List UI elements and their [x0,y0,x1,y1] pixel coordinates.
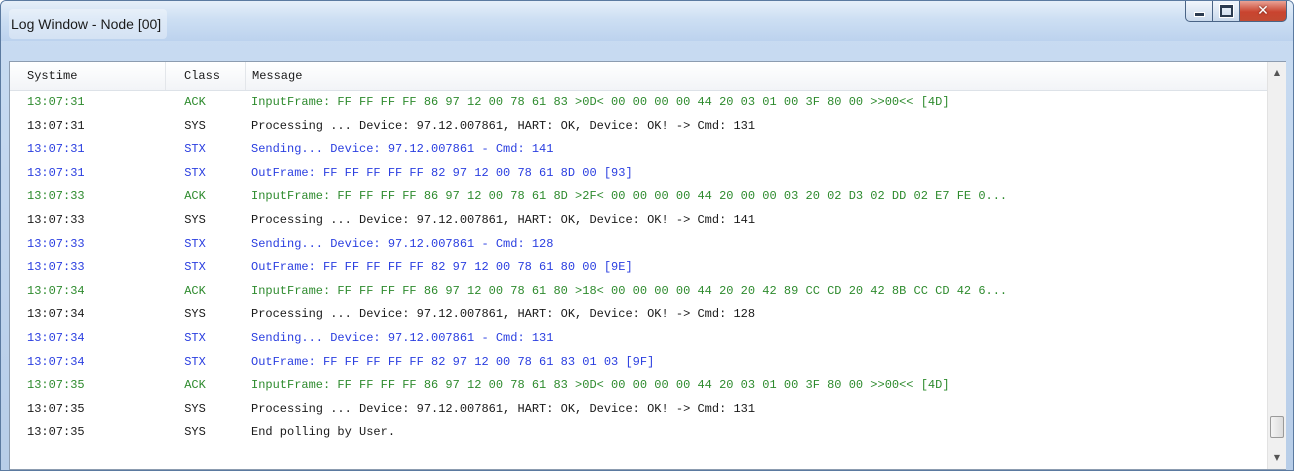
log-class: STX [184,142,206,157]
log-message: InputFrame: FF FF FF FF 86 97 12 00 78 6… [251,378,950,393]
log-message: Processing ... Device: 97.12.007861, HAR… [251,307,756,322]
log-class: SYS [184,307,206,322]
log-row[interactable]: 13:07:35 ACK InputFrame: FF FF FF FF 86 97… [10,374,1267,398]
log-class: STX [184,165,206,180]
scrollbar-thumb[interactable] [1270,416,1284,438]
log-row[interactable]: 13:07:33 ACK InputFrame: FF FF FF FF 86 97… [10,185,1267,209]
log-row[interactable]: 13:07:33 SYS Processing ... Device: 97.12.… [10,209,1267,233]
log-systime: 13:07:35 [27,425,85,440]
log-systime: 13:07:33 [27,260,85,275]
log-message: OutFrame: FF FF FF FF FF 82 97 12 00 78 … [251,354,655,369]
minimize-icon [1193,11,1205,17]
log-row[interactable]: 13:07:34 ACK InputFrame: FF FF FF FF 86 97… [10,280,1267,304]
log-row[interactable]: 13:07:31 SYS Processing ... Device: 97.12.… [10,115,1267,139]
log-class: ACK [184,189,206,204]
log-systime: 13:07:34 [27,354,85,369]
maximize-button[interactable] [1213,1,1240,22]
log-systime: 13:07:31 [27,165,85,180]
vertical-scrollbar[interactable]: ▲ ▼ [1267,62,1286,469]
log-systime: 13:07:34 [27,307,85,322]
log-message: InputFrame: FF FF FF FF 86 97 12 00 78 6… [251,283,1008,298]
close-button[interactable]: ✕ [1240,1,1287,22]
log-message: InputFrame: FF FF FF FF 86 97 12 00 78 6… [251,95,950,109]
column-header-systime[interactable]: Systime [10,62,166,90]
log-message: OutFrame: FF FF FF FF FF 82 97 12 00 78 … [251,165,633,180]
log-systime: 13:07:31 [27,142,85,157]
log-message: Processing ... Device: 97.12.007861, HAR… [251,118,756,133]
log-systime: 13:07:33 [27,212,85,227]
log-row[interactable]: 13:07:34 STX OutFrame: FF FF FF FF FF 82 9… [10,351,1267,375]
column-header-class[interactable]: Class [166,62,246,90]
log-systime: 13:07:31 [27,118,85,133]
log-message: Sending... Device: 97.12.007861 - Cmd: 1… [251,142,554,157]
log-row[interactable]: 13:07:35 SYS End polling by User. [10,421,1267,445]
log-rows: 13:07:31 ACK InputFrame: FF FF FF FF 86 97… [10,91,1267,469]
log-class: ACK [184,378,206,393]
log-message: OutFrame: FF FF FF FF FF 82 97 12 00 78 … [251,260,633,275]
scroll-up-arrow-icon[interactable]: ▲ [1268,64,1286,82]
log-class: STX [184,236,206,251]
minimize-button[interactable] [1185,1,1213,22]
log-class: SYS [184,401,206,416]
log-message: Sending... Device: 97.12.007861 - Cmd: 1… [251,236,554,251]
log-row[interactable]: 13:07:33 STX OutFrame: FF FF FF FF FF 82 9… [10,256,1267,280]
log-message: Processing ... Device: 97.12.007861, HAR… [251,212,756,227]
log-class: SYS [184,425,206,440]
log-row[interactable]: 13:07:31 ACK InputFrame: FF FF FF FF 86 97… [10,91,1267,115]
caption-buttons: ✕ [1185,1,1287,23]
log-class: STX [184,260,206,275]
log-message: Sending... Device: 97.12.007861 - Cmd: 1… [251,330,554,345]
log-row[interactable]: 13:07:35 SYS Processing ... Device: 97.12.… [10,398,1267,422]
title-bar[interactable]: Log Window - Node [00] ✕ [1,1,1293,41]
log-row[interactable]: 13:07:34 STX Sending... Device: 97.12.0078… [10,327,1267,351]
log-row[interactable]: 13:07:34 SYS Processing ... Device: 97.12.… [10,303,1267,327]
log-class: SYS [184,212,206,227]
log-systime: 13:07:34 [27,330,85,345]
log-list: Systime Class Message 13:07:31 ACK InputFr… [9,61,1286,470]
log-message: End polling by User. [251,425,396,440]
log-message: Processing ... Device: 97.12.007861, HAR… [251,401,756,416]
log-class: SYS [184,118,206,133]
window-title: Log Window - Node [00] [9,9,168,39]
log-row[interactable]: 13:07:31 STX Sending... Device: 97.12.0078… [10,138,1267,162]
column-header-message[interactable]: Message [246,62,1267,90]
log-systime: 13:07:35 [27,378,85,393]
log-systime: 13:07:33 [27,189,85,204]
log-class: ACK [184,283,206,298]
log-class: STX [184,354,206,369]
log-window: Log Window - Node [00] ✕ Systime Class M… [0,0,1294,471]
log-message: InputFrame: FF FF FF FF 86 97 12 00 78 6… [251,189,1008,204]
log-systime: 13:07:31 [27,95,85,109]
log-row[interactable]: 13:07:31 STX OutFrame: FF FF FF FF FF 82 9… [10,162,1267,186]
log-systime: 13:07:35 [27,401,85,416]
log-row[interactable]: 13:07:33 STX Sending... Device: 97.12.0078… [10,233,1267,257]
log-class: ACK [184,95,206,109]
log-class: STX [184,330,206,345]
scroll-down-arrow-icon[interactable]: ▼ [1268,449,1286,467]
column-header: Systime Class Message [10,62,1267,91]
maximize-icon [1219,5,1233,17]
log-systime: 13:07:34 [27,283,85,298]
log-systime: 13:07:33 [27,236,85,251]
close-icon: ✕ [1257,3,1269,19]
